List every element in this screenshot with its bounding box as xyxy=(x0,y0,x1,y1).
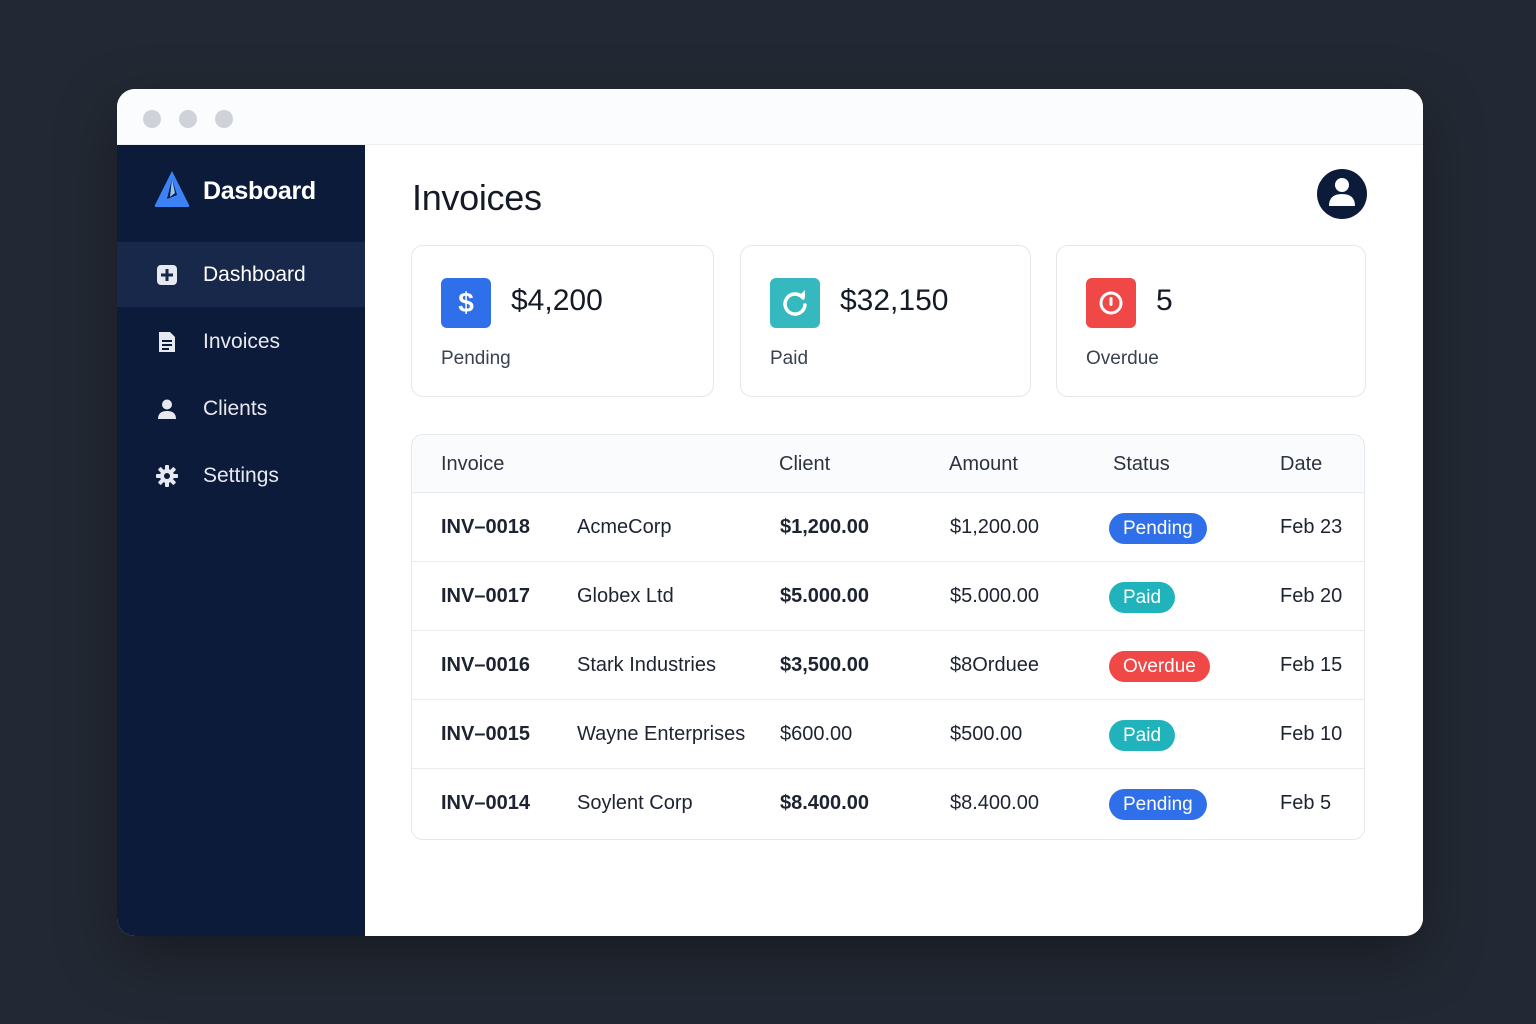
card-value: $32,150 xyxy=(840,284,949,317)
client-name: Soylent Corp xyxy=(577,792,693,814)
sidebar-item-label: Clients xyxy=(203,396,268,420)
card-label: Overdue xyxy=(1086,348,1159,369)
table-row[interactable]: INV–0018 AcmeCorp $1,200.00 $1,200.00 Pe… xyxy=(412,493,1364,562)
invoice-amount-secondary: $500.00 xyxy=(950,723,1023,745)
sidebar-item-label: Invoices xyxy=(203,329,281,353)
invoice-id: INV–0017 xyxy=(441,585,530,607)
column-header-status[interactable]: Status xyxy=(1113,435,1170,493)
main-content: Invoices $ $4,200 Pending $32,150 Paid 5… xyxy=(365,145,1423,936)
invoices-table: Invoice Client Amount Status Date INV–00… xyxy=(411,434,1365,840)
status-badge: Overdue xyxy=(1109,651,1210,682)
page-title: Invoices xyxy=(412,177,542,218)
brand-name: Dasboard xyxy=(203,176,316,205)
app-window: Dasboard Dashboard Invoices Clients Sett… xyxy=(117,89,1423,936)
refresh-icon xyxy=(770,278,820,328)
gear-icon xyxy=(155,464,179,488)
card-value: 5 xyxy=(1156,284,1173,317)
sidebar-item-label: Dashboard xyxy=(203,262,306,286)
status-badge: Pending xyxy=(1109,513,1207,544)
sidebar-item-settings[interactable]: Settings xyxy=(117,443,365,508)
sidebar-item-label: Settings xyxy=(203,463,279,487)
svg-text:$: $ xyxy=(458,288,474,318)
invoice-amount-secondary: $1,200.00 xyxy=(950,516,1039,538)
sidebar-item-dashboard[interactable]: Dashboard xyxy=(117,242,365,307)
invoice-date: Feb 10 xyxy=(1280,723,1343,745)
invoice-amount: $8.400.00 xyxy=(780,792,869,814)
card-label: Paid xyxy=(770,348,809,369)
paid-summary-card[interactable]: $32,150 Paid xyxy=(740,245,1031,397)
invoice-id: INV–0016 xyxy=(441,654,530,676)
invoice-amount-secondary: $5.000.00 xyxy=(950,585,1039,607)
card-label: Pending xyxy=(441,348,511,369)
invoice-date: Feb 23 xyxy=(1280,516,1343,538)
invoice-date: Feb 5 xyxy=(1280,792,1332,814)
invoice-date: Feb 15 xyxy=(1280,654,1343,676)
invoice-amount: $5.000.00 xyxy=(780,585,869,607)
plus-square-icon xyxy=(155,263,179,287)
client-name: Wayne Enterprises xyxy=(577,723,746,745)
invoice-date: Feb 20 xyxy=(1280,585,1343,607)
table-row[interactable]: INV–0016 Stark Industries $3,500.00 $8Or… xyxy=(412,631,1364,700)
sidebar-item-clients[interactable]: Clients xyxy=(117,376,365,441)
brand-logo-icon xyxy=(153,169,191,214)
table-row[interactable]: INV–0015 Wayne Enterprises $600.00 $500.… xyxy=(412,700,1364,769)
invoice-amount: $600.00 xyxy=(780,723,853,745)
invoice-id: INV–0018 xyxy=(441,516,530,538)
column-header-amount[interactable]: Amount xyxy=(949,435,1018,493)
user-avatar-button[interactable] xyxy=(1317,169,1367,219)
status-badge: Paid xyxy=(1109,582,1176,613)
column-header-invoice[interactable]: Invoice xyxy=(441,435,504,493)
window-titlebar xyxy=(117,89,1423,145)
brand[interactable]: Dasboard xyxy=(153,169,316,214)
invoice-amount-secondary: $8Orduee xyxy=(950,654,1039,676)
column-header-client[interactable]: Client xyxy=(779,435,830,493)
dollar-icon: $ xyxy=(441,278,491,328)
table-row[interactable]: INV–0014 Soylent Corp $8.400.00 $8.400.0… xyxy=(412,769,1364,838)
user-icon xyxy=(155,397,179,421)
document-icon xyxy=(155,330,179,354)
card-value: $4,200 xyxy=(511,284,603,317)
user-avatar-icon xyxy=(1327,176,1357,213)
client-name: Stark Industries xyxy=(577,654,716,676)
invoice-amount: $3,500.00 xyxy=(780,654,869,676)
invoice-amount-secondary: $8.400.00 xyxy=(950,792,1039,814)
power-icon xyxy=(1086,278,1136,328)
invoice-id: INV–0014 xyxy=(441,792,530,814)
window-maximize-button[interactable] xyxy=(215,110,233,128)
sidebar-item-invoices[interactable]: Invoices xyxy=(117,309,365,374)
client-name: Globex Ltd xyxy=(577,585,674,607)
table-row[interactable]: INV–0017 Globex Ltd $5.000.00 $5.000.00 … xyxy=(412,562,1364,631)
invoice-amount: $1,200.00 xyxy=(780,516,869,538)
table-header: Invoice Client Amount Status Date xyxy=(412,435,1364,493)
client-name: AcmeCorp xyxy=(577,516,672,538)
column-header-date[interactable]: Date xyxy=(1280,435,1322,493)
window-close-button[interactable] xyxy=(143,110,161,128)
pending-summary-card[interactable]: $ $4,200 Pending xyxy=(411,245,714,397)
invoice-id: INV–0015 xyxy=(441,723,530,745)
overdue-summary-card[interactable]: 5 Overdue xyxy=(1056,245,1366,397)
window-minimize-button[interactable] xyxy=(179,110,197,128)
status-badge: Paid xyxy=(1109,720,1176,751)
sidebar: Dasboard Dashboard Invoices Clients Sett… xyxy=(117,145,365,936)
status-badge: Pending xyxy=(1109,789,1207,820)
